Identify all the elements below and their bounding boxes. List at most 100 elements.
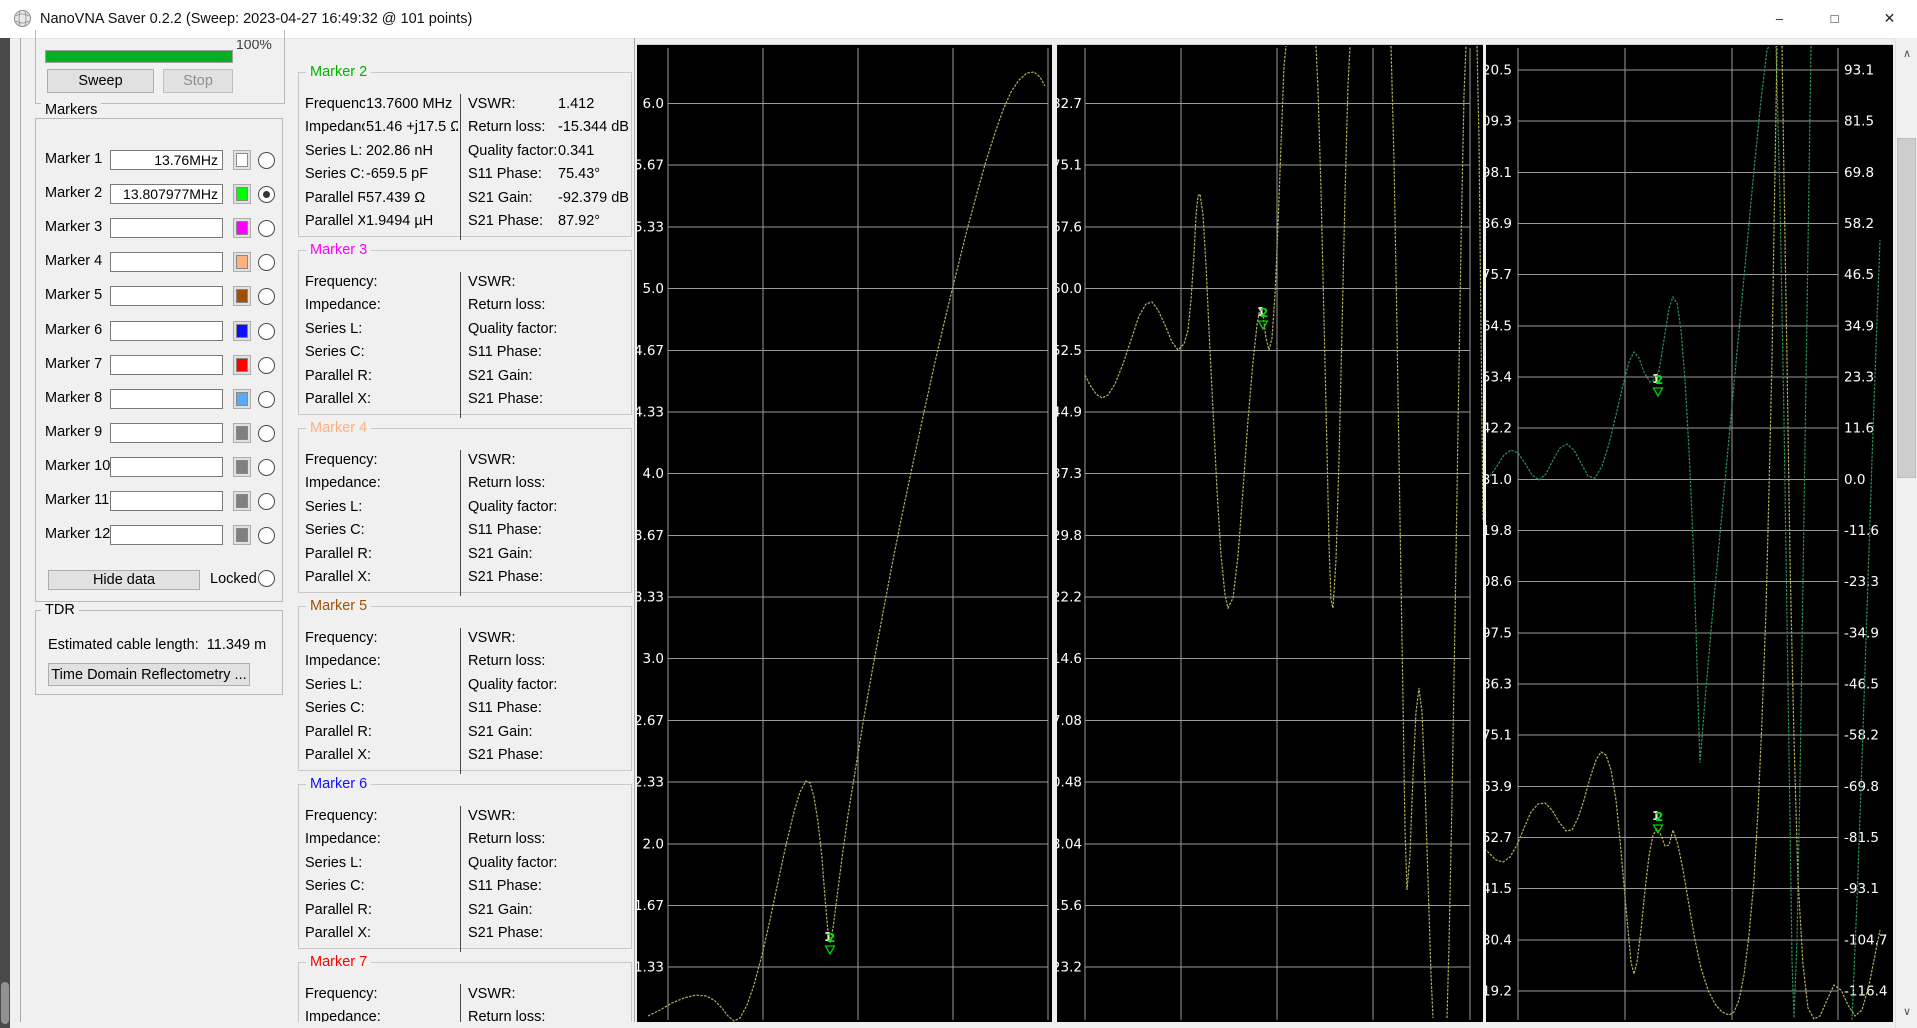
marker-select-radio[interactable]: [258, 493, 275, 510]
marker-select-radio[interactable]: [258, 424, 275, 442]
close-button[interactable]: ✕: [1862, 0, 1917, 37]
marker-frequency-input[interactable]: [110, 525, 223, 546]
marker-color-swatch[interactable]: [233, 320, 251, 341]
marker-detail-title: Marker 3: [306, 243, 372, 258]
detail-field-value: -659.5 pF: [366, 166, 429, 183]
detail-field-label: VSWR:: [468, 630, 516, 646]
detail-field-value: [366, 984, 458, 1004]
detail-field-label: Quality factor:: [468, 320, 556, 337]
axis-tick-label: 63.9: [1486, 779, 1512, 795]
marker-select-radio[interactable]: [258, 322, 275, 340]
sweep-button[interactable]: Sweep: [47, 69, 154, 93]
detail-field-value: [558, 450, 630, 470]
detail-field-value: [366, 473, 458, 493]
marker-color-swatch[interactable]: [233, 286, 251, 307]
marker-color-swatch[interactable]: [233, 218, 251, 239]
marker-color-swatch[interactable]: [233, 388, 251, 409]
detail-field-value: [366, 675, 458, 695]
hide-data-button[interactable]: Hide data: [48, 570, 200, 590]
detail-field-value: [366, 567, 458, 587]
marker-color-swatch[interactable]: [233, 456, 251, 477]
axis-tick-label: 34.9: [1844, 318, 1874, 334]
marker-color-swatch[interactable]: [233, 252, 251, 273]
marker-frequency-input[interactable]: [110, 456, 223, 477]
marker-color-value: [236, 357, 248, 372]
detail-field-value: [366, 366, 458, 386]
marker-color-value: [236, 425, 248, 440]
chart-vswr[interactable]: 6.0 5.67 5.33 5.0 4.67 4.33 4.0 3.67 3.33 3.0 2.67…: [637, 44, 1052, 1022]
detail-field-value: [366, 272, 458, 292]
detail-field-value: [558, 319, 630, 339]
detail-field-value: [558, 473, 630, 493]
detail-field-value: [366, 389, 458, 409]
marker-frequency-input[interactable]: [110, 422, 223, 443]
axis-tick-label: 108.6: [1486, 574, 1512, 590]
chart-dual[interactable]: 220.5 209.3 198.1 186.9 175.7 164.5 153.4 142.2…: [1486, 44, 1893, 1022]
marker-color-swatch[interactable]: [233, 150, 251, 170]
locked-radio[interactable]: [258, 570, 275, 587]
detail-field-value: [366, 497, 458, 517]
marker-color-swatch[interactable]: [233, 354, 251, 375]
axis-tick-label: 5.0: [643, 281, 664, 297]
marker-frequency-input[interactable]: [110, 252, 223, 273]
scrollbar-thumb[interactable]: [1897, 138, 1916, 478]
minimize-button[interactable]: –: [1752, 0, 1807, 37]
marker-select-radio[interactable]: [258, 152, 275, 169]
marker-frequency-input[interactable]: [110, 184, 223, 205]
marker-frequency-input[interactable]: [110, 150, 223, 170]
scroll-up-icon[interactable]: ∧: [1896, 44, 1917, 64]
axis-tick-label: 30.4: [1486, 932, 1512, 948]
marker-select-radio[interactable]: [258, 458, 275, 476]
marker-color-swatch[interactable]: [233, 422, 251, 443]
markers-groupbox-title: Markers: [41, 103, 102, 118]
marker-frequency-input[interactable]: [110, 286, 223, 307]
detail-field-value: [558, 497, 630, 517]
axis-tick-label: 5.33: [637, 219, 664, 235]
marker-color-swatch[interactable]: [233, 525, 251, 546]
axis-tick-label: 23.3: [1844, 370, 1874, 386]
marker-row-label: Marker 8: [45, 389, 103, 406]
marker-select-radio[interactable]: [258, 527, 275, 545]
axis-tick-label: 3.33: [637, 590, 664, 606]
marker-frequency-input[interactable]: [110, 354, 223, 375]
chart-s11-phase[interactable]: 82.7 75.1 67.6 60.0 52.5 44.9 37.3 29.8 22.2 14.6…: [1057, 44, 1483, 1022]
detail-field-label: S11 Phase:: [468, 166, 542, 183]
marker-color-value: [236, 494, 248, 508]
detail-field-value: 0.341: [558, 142, 595, 159]
marker-frequency-input[interactable]: [110, 320, 223, 341]
axis-tick-label: 6.0: [643, 96, 664, 112]
progress-fill: [46, 51, 232, 62]
marker-select-radio[interactable]: [258, 186, 275, 204]
marker-frequency-input[interactable]: [110, 388, 223, 409]
axis-tick-label: 46.5: [1844, 267, 1874, 283]
detail-field-label: Return loss:: [468, 831, 546, 848]
marker-frequency-input[interactable]: [110, 491, 223, 511]
marker-detail-title: Marker 7: [306, 955, 372, 970]
detail-field-label: VSWR:: [468, 274, 516, 290]
axis-tick-label: -8.04: [1057, 836, 1082, 852]
detail-field-value: [558, 342, 630, 362]
stop-button[interactable]: Stop: [163, 69, 233, 93]
charts-scrollbar[interactable]: ∧ ∨: [1895, 38, 1917, 1028]
marker-row-label: Marker 10: [45, 457, 111, 474]
detail-field-value: 13.7600 MHz: [366, 96, 453, 112]
axis-tick-label: 2.33: [637, 775, 664, 791]
marker-select-radio[interactable]: [258, 356, 275, 374]
detail-field-label: VSWR:: [468, 96, 516, 112]
tdr-button[interactable]: Time Domain Reflectometry ...: [48, 663, 250, 686]
marker-color-swatch[interactable]: [233, 184, 251, 205]
marker-color-swatch[interactable]: [233, 491, 251, 511]
axis-tick-label: 14.6: [1057, 651, 1082, 667]
marker-frequency-input[interactable]: [110, 218, 223, 239]
marker-row-label: Marker 7: [45, 355, 103, 372]
scroll-down-icon[interactable]: ∨: [1896, 1002, 1917, 1022]
maximize-button[interactable]: □: [1807, 0, 1862, 37]
detail-field-value: 51.46 +j17.5 Ω: [366, 119, 458, 136]
left-scrollbar-thumb[interactable]: [1, 982, 9, 1024]
detail-field-label: VSWR:: [468, 986, 516, 1002]
left-panel-scrollbar[interactable]: [0, 38, 10, 1028]
marker-select-radio[interactable]: [258, 390, 275, 408]
detail-field-label: Series C:: [305, 166, 365, 183]
tdr-groupbox-title: TDR: [41, 603, 79, 618]
detail-field-value: [366, 450, 458, 470]
